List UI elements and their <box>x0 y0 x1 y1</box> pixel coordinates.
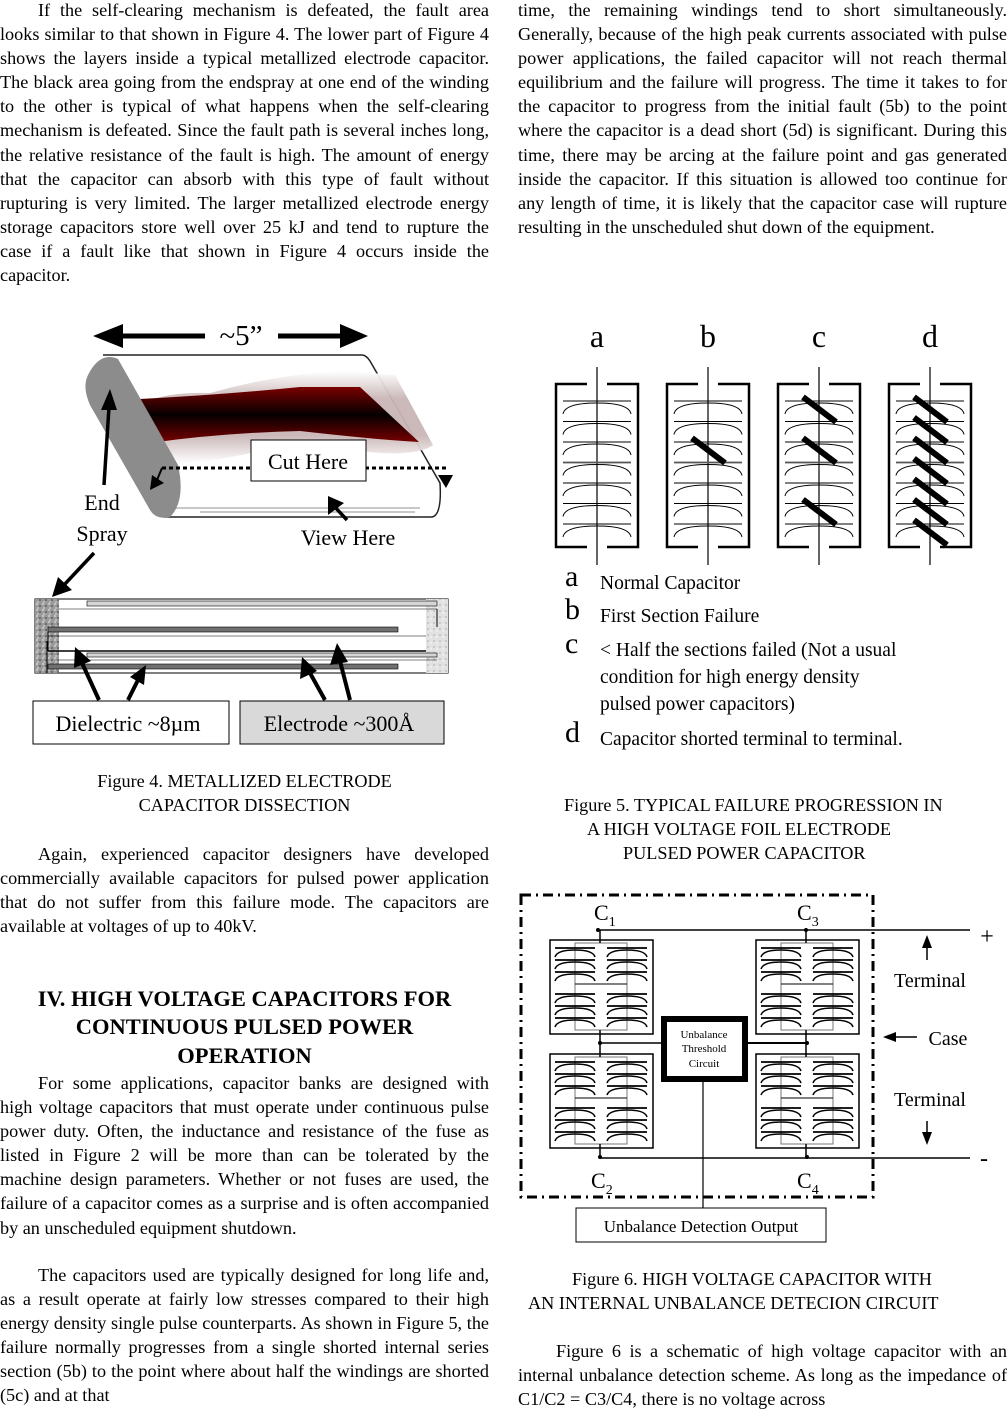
panel-letter: d <box>922 318 938 354</box>
legend-text: condition for high energy density <box>600 667 860 688</box>
figure-4-drawing: ~5” Cut Here End Spray View Here Dielect… <box>32 320 453 745</box>
capacitor-c3 <box>755 930 860 1044</box>
case-arrow <box>883 1032 917 1042</box>
legend-text: First Section Failure <box>600 606 760 627</box>
terminal-top-label: Terminal <box>894 970 966 992</box>
output-label: Unbalance Detection Output <box>604 1217 799 1236</box>
figure-4-caption-line-2: CAPACITOR DISSECTION <box>138 795 351 815</box>
legend-text: Normal Capacitor <box>600 573 741 594</box>
panel-letter: a <box>590 318 604 354</box>
c3-label: C3 <box>797 900 819 930</box>
end-spray-label-1: End <box>84 490 119 515</box>
terminal-down-arrow <box>922 1121 932 1145</box>
c4-label: C4 <box>797 1168 819 1198</box>
layer-pointer-arrow <box>52 551 96 597</box>
figure-6: Unbalance Threshold Circuit Unbalance De… <box>510 880 1007 1250</box>
body-paragraph: If the self-clearing mechanism is defeat… <box>0 0 489 286</box>
end-spray-label-2: Spray <box>76 521 127 546</box>
capacitor-panel-d: d <box>887 318 973 565</box>
body-paragraph: The capacitors used are typically design… <box>0 1265 489 1406</box>
body-paragraph: Figure 6 is a schematic of high voltage … <box>518 1341 1007 1410</box>
legend-text: < Half the sections failed (Not a usual <box>600 640 897 661</box>
capacitor-panel-b: b <box>665 318 751 565</box>
figure-6-drawing: Unbalance Threshold Circuit Unbalance De… <box>519 893 994 1243</box>
threshold-label-1: Unbalance <box>680 1029 727 1041</box>
figure-6-caption-line-2: AN INTERNAL UNBALANCE DETECION CIRCUIT <box>528 1293 939 1313</box>
legend-letter: c <box>565 627 579 660</box>
threshold-label-3: Circuit <box>689 1058 720 1070</box>
figure-5-caption-line-2: A HIGH VOLTAGE FOIL ELECTRODE <box>587 819 892 839</box>
c1-label: C1 <box>594 900 616 930</box>
figure-5: a b c d <box>540 315 1000 565</box>
figure-5-caption-line-3: PULSED POWER CAPACITOR <box>623 843 866 863</box>
terminal-up-arrow <box>922 935 932 960</box>
threshold-label-2: Threshold <box>682 1043 727 1055</box>
cut-here-label: Cut Here <box>268 449 348 474</box>
legend-text: Capacitor shorted terminal to terminal. <box>600 729 903 750</box>
figure-5-caption-line-1: Figure 5. TYPICAL FAILURE PROGRESSION IN <box>564 795 943 815</box>
terminal-bottom-label: Terminal <box>894 1089 966 1111</box>
section-heading-line-2: CONTINUOUS PULSED POWER <box>75 1014 414 1039</box>
capacitor-panel-c: c <box>776 318 862 565</box>
legend-letter: a <box>565 560 579 593</box>
electrode-label: Electrode ~300Å <box>264 711 415 736</box>
minus-terminal: - <box>980 1146 988 1172</box>
capacitor-c4 <box>755 1044 860 1158</box>
legend-letter: b <box>565 593 580 626</box>
dielectric-label: Dielectric ~8µm <box>56 711 201 736</box>
body-paragraph: time, the remaining windings tend to sho… <box>518 0 1007 237</box>
section-heading-line-1: IV. HIGH VOLTAGE CAPACITORS FOR <box>37 986 452 1011</box>
panel-letter: b <box>700 318 716 354</box>
panel-letter: c <box>812 318 826 354</box>
capacitor-panel-a: a <box>554 318 640 565</box>
body-paragraph: For some applications, capacitor banks a… <box>0 1073 489 1238</box>
figure-4: ~5” Cut Here End Spray View Here Dielect… <box>0 315 500 785</box>
figure-6-caption-line-1: Figure 6. HIGH VOLTAGE CAPACITOR WITH <box>572 1269 932 1289</box>
capacitor-c1 <box>549 930 654 1044</box>
legend-text: pulsed power capacitors) <box>600 694 795 715</box>
c2-label: C2 <box>591 1168 613 1198</box>
capacitor-c2 <box>549 1044 654 1158</box>
view-here-label: View Here <box>301 525 396 550</box>
case-label: Case <box>929 1028 968 1050</box>
body-paragraph: Again, experienced capacitor designers h… <box>0 844 489 937</box>
layer-diagram <box>34 598 449 674</box>
figure-5-drawing: a b c d <box>554 318 973 565</box>
length-label: ~5” <box>219 320 262 352</box>
figure-4-caption-line-1: Figure 4. METALLIZED ELECTRODE <box>97 771 392 791</box>
plus-terminal: + <box>980 924 994 950</box>
legend-letter: d <box>565 716 580 749</box>
section-heading-line-3: OPERATION <box>177 1043 312 1068</box>
